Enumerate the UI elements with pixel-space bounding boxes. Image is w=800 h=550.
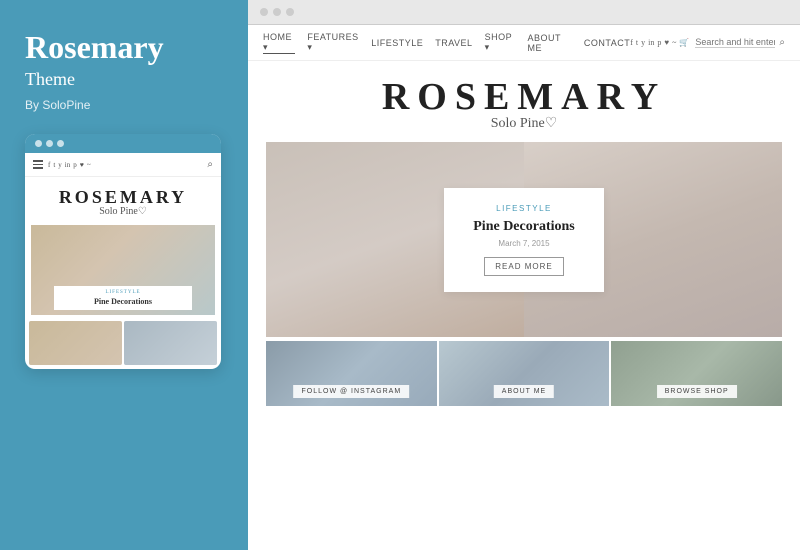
desktop-logo-area: ROSEMARY Solo Pine♡	[248, 61, 800, 142]
social-youtube-icon[interactable]: y	[641, 38, 645, 47]
social-instagram-icon[interactable]: in	[648, 38, 654, 47]
social-icons: f t y in p ♥ ~ 🛒	[630, 38, 689, 47]
nav-features[interactable]: FEATURES ▾	[307, 32, 359, 53]
featured-card: LIFESTYLE Pine Decorations March 7, 2015…	[444, 188, 604, 292]
mobile-dot-2	[46, 140, 53, 147]
desktop-nav-links: HOME ▾ FEATURES ▾ LIFESTYLE TRAVEL SHOP …	[263, 32, 630, 54]
nav-lifestyle[interactable]: LIFESTYLE	[371, 38, 423, 48]
bottom-col-label-1[interactable]: FOLLOW @ INSTAGRAM	[294, 385, 410, 398]
nav-shop[interactable]: SHOP ▾	[485, 32, 516, 53]
social-twitter-icon[interactable]: t	[636, 38, 638, 47]
desktop-logo-sub: Solo Pine♡	[248, 115, 800, 132]
mobile-logo-sub: Solo Pine♡	[30, 206, 216, 217]
desktop-nav: HOME ▾ FEATURES ▾ LIFESTYLE TRAVEL SHOP …	[248, 25, 800, 61]
mobile-dot-1	[35, 140, 42, 147]
mobile-bottom-img-1	[29, 321, 122, 365]
mobile-logo-area: ROSEMARY Solo Pine♡	[25, 177, 221, 221]
browser-chrome	[248, 0, 800, 25]
right-panel: HOME ▾ FEATURES ▾ LIFESTYLE TRAVEL SHOP …	[248, 0, 800, 550]
bottom-col-shop: BROWSE SHOP	[611, 341, 782, 406]
mobile-nav: ftyinp♥~ ⌕	[25, 153, 221, 177]
social-rss-icon[interactable]: ~	[672, 38, 676, 47]
browser-dot-2	[273, 8, 281, 16]
search-icon[interactable]: ⌕	[779, 37, 785, 48]
bottom-col-about: ABOUT ME	[439, 341, 610, 406]
featured-card-category: LIFESTYLE	[464, 204, 584, 213]
nav-home[interactable]: HOME ▾	[263, 32, 295, 54]
nav-about[interactable]: ABOUT ME	[527, 33, 571, 53]
read-more-button[interactable]: READ MORE	[484, 257, 563, 276]
social-cart-icon[interactable]: 🛒	[679, 38, 689, 47]
mobile-featured-card: LIFESTYLE Pine Decorations	[54, 286, 192, 310]
theme-title: Rosemary Theme By SoloPine	[25, 30, 164, 112]
browser-dot-3	[286, 8, 294, 16]
mobile-search-icon[interactable]: ⌕	[207, 159, 213, 170]
mobile-featured-image: LIFESTYLE Pine Decorations	[31, 225, 215, 315]
mobile-bottom-row	[25, 319, 221, 369]
nav-contact[interactable]: CONTACT	[584, 38, 630, 48]
desktop-website: HOME ▾ FEATURES ▾ LIFESTYLE TRAVEL SHOP …	[248, 25, 800, 550]
bottom-row: FOLLOW @ INSTAGRAM ABOUT ME BROWSE SHOP	[266, 341, 782, 406]
nav-travel[interactable]: TRAVEL	[435, 38, 472, 48]
desktop-nav-right: f t y in p ♥ ~ 🛒 ⌕	[630, 37, 785, 48]
social-heart-icon[interactable]: ♥	[664, 38, 669, 47]
browser-dot-1	[260, 8, 268, 16]
bottom-col-instagram: FOLLOW @ INSTAGRAM	[266, 341, 437, 406]
hamburger-icon[interactable]	[33, 160, 43, 169]
mobile-nav-left: ftyinp♥~	[33, 160, 91, 169]
bottom-col-label-3[interactable]: BROWSE SHOP	[657, 385, 737, 398]
mobile-preview: ftyinp♥~ ⌕ ROSEMARY Solo Pine♡ LIFESTYLE…	[25, 134, 221, 369]
featured-section: LIFESTYLE Pine Decorations March 7, 2015…	[266, 142, 782, 337]
mobile-featured-category: LIFESTYLE	[62, 290, 184, 295]
mobile-dot-3	[57, 140, 64, 147]
mobile-bottom-img-2	[124, 321, 217, 365]
search-input[interactable]	[695, 37, 775, 48]
bottom-col-label-2[interactable]: ABOUT ME	[494, 385, 554, 398]
social-facebook-icon[interactable]: f	[630, 38, 633, 47]
featured-card-date: March 7, 2015	[464, 239, 584, 248]
social-pinterest-icon[interactable]: p	[657, 38, 661, 47]
mobile-social-icons: ftyinp♥~	[48, 161, 91, 169]
mobile-topbar	[25, 134, 221, 153]
mobile-featured-title: Pine Decorations	[62, 297, 184, 306]
mobile-logo-text: ROSEMARY	[30, 187, 216, 208]
desktop-search-box[interactable]: ⌕	[695, 37, 785, 48]
left-panel: Rosemary Theme By SoloPine ftyinp♥~ ⌕ RO…	[0, 0, 248, 550]
featured-card-title: Pine Decorations	[464, 219, 584, 235]
desktop-logo-text: ROSEMARY	[248, 75, 800, 119]
